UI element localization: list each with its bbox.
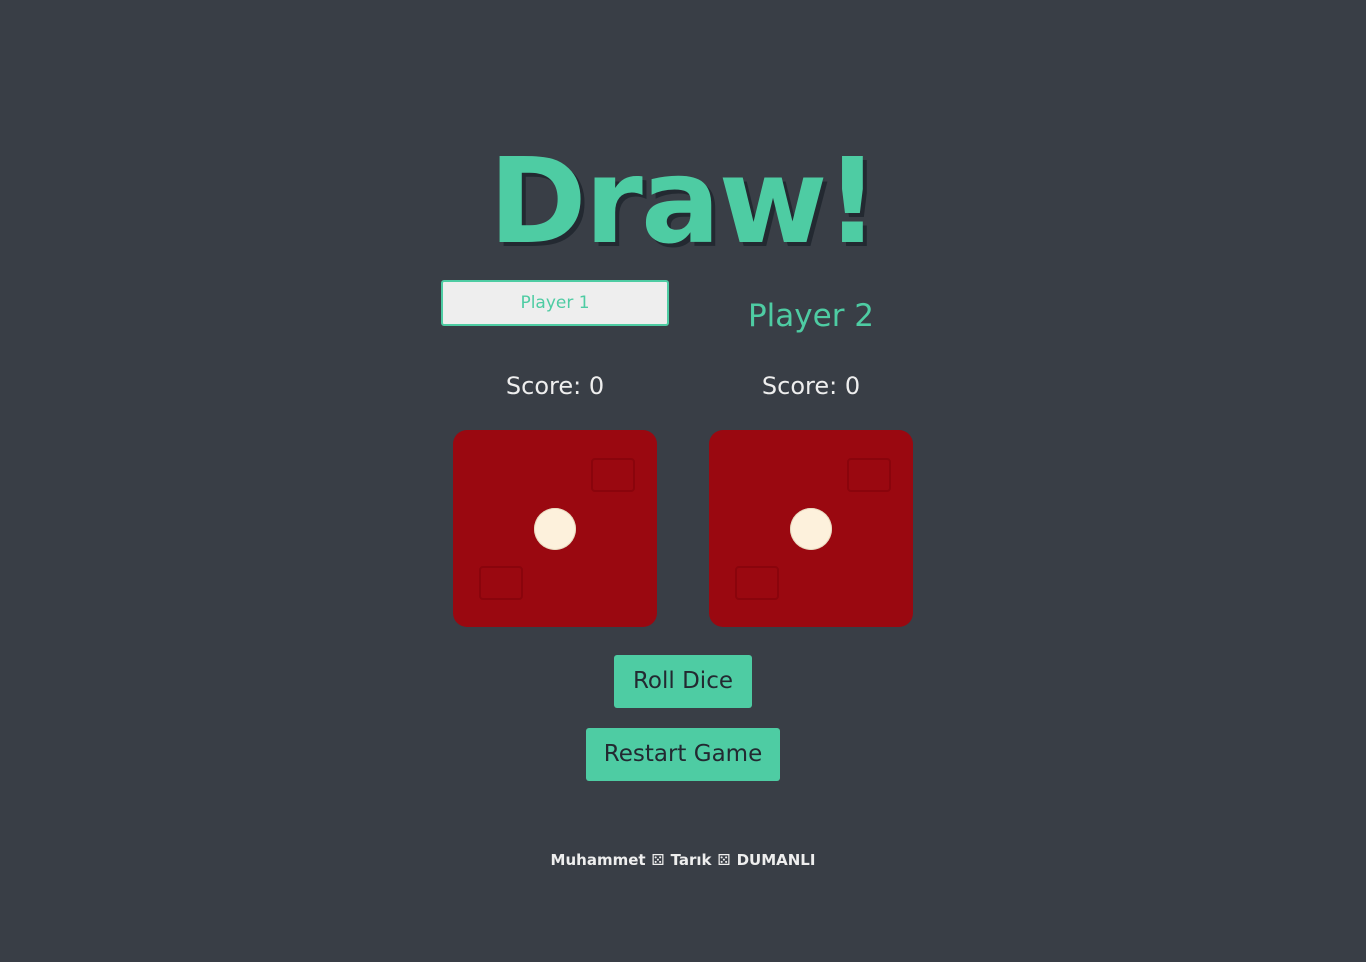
player-1-name-input[interactable] — [441, 280, 669, 326]
die-icon: ⚄ — [651, 851, 665, 869]
die-shadow-mark — [591, 458, 635, 492]
player-1-die — [453, 430, 657, 627]
player-2-die — [709, 430, 913, 627]
footer-name-first: Muhammet — [550, 851, 646, 869]
restart-game-button[interactable]: Restart Game — [586, 728, 780, 781]
footer-credits: Muhammet ⚄ Tarık ⚄ DUMANLI — [0, 849, 1366, 871]
die-shadow-mark — [847, 458, 891, 492]
roll-dice-button[interactable]: Roll Dice — [614, 655, 752, 708]
player-2-score: Score: 0 — [761, 372, 861, 400]
player-2-name: Player 2 — [747, 298, 875, 334]
game-title: Draw! — [488, 132, 880, 271]
player-1-score: Score: 0 — [505, 372, 605, 400]
footer-name-last: DUMANLI — [736, 851, 816, 869]
die-icon: ⚄ — [717, 851, 731, 869]
footer-name-middle: Tarık — [670, 851, 712, 869]
die-pip — [534, 508, 576, 550]
die-shadow-mark — [479, 566, 523, 600]
die-pip — [790, 508, 832, 550]
die-shadow-mark — [735, 566, 779, 600]
